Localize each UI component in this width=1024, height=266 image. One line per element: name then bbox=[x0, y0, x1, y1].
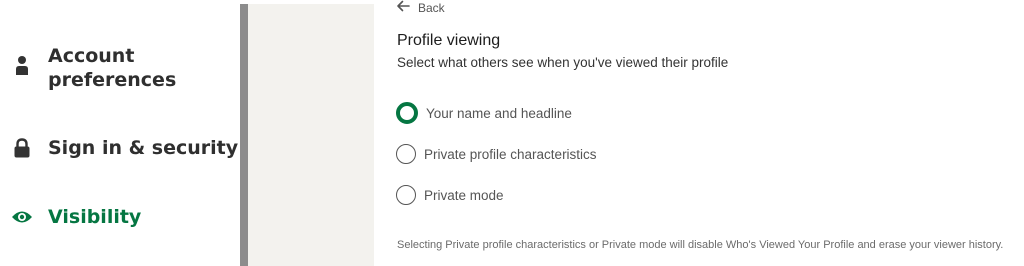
radio-button[interactable] bbox=[396, 185, 416, 205]
option-private-mode[interactable]: Private mode bbox=[396, 185, 504, 205]
back-button[interactable]: Back bbox=[396, 0, 445, 16]
sidebar-item-label: Sign in & security bbox=[48, 137, 239, 159]
profile-viewing-panel: Back Profile viewing Select what others … bbox=[374, 0, 1024, 266]
sidebar-divider bbox=[240, 4, 248, 266]
option-name-and-headline[interactable]: Your name and headline bbox=[396, 102, 572, 124]
page-subtitle: Select what others see when you've viewe… bbox=[397, 55, 729, 70]
option-label: Your name and headline bbox=[426, 105, 572, 121]
arrow-left-icon bbox=[396, 0, 410, 17]
back-label: Back bbox=[418, 1, 445, 15]
option-label: Private profile characteristics bbox=[424, 146, 597, 162]
sidebar-item-visibility[interactable]: Visibility bbox=[0, 205, 240, 231]
disclaimer-note: Selecting Private profile characteristic… bbox=[397, 239, 1004, 251]
lock-icon bbox=[11, 137, 33, 159]
settings-sidebar: Account preferences Sign in & security V… bbox=[0, 0, 240, 266]
background-gutter bbox=[248, 4, 374, 266]
sidebar-item-sign-in-security[interactable]: Sign in & security bbox=[0, 136, 240, 162]
sidebar-item-account-preferences[interactable]: Account preferences bbox=[0, 44, 240, 96]
radio-button[interactable] bbox=[396, 144, 416, 164]
radio-button-selected[interactable] bbox=[396, 102, 418, 124]
option-private-profile-characteristics[interactable]: Private profile characteristics bbox=[396, 144, 597, 164]
page-title: Profile viewing bbox=[397, 32, 501, 49]
option-label: Private mode bbox=[424, 187, 504, 203]
person-icon bbox=[11, 55, 33, 77]
sidebar-item-label: Account preferences bbox=[48, 45, 177, 91]
sidebar-item-label: Visibility bbox=[48, 206, 142, 228]
eye-icon bbox=[11, 206, 33, 228]
